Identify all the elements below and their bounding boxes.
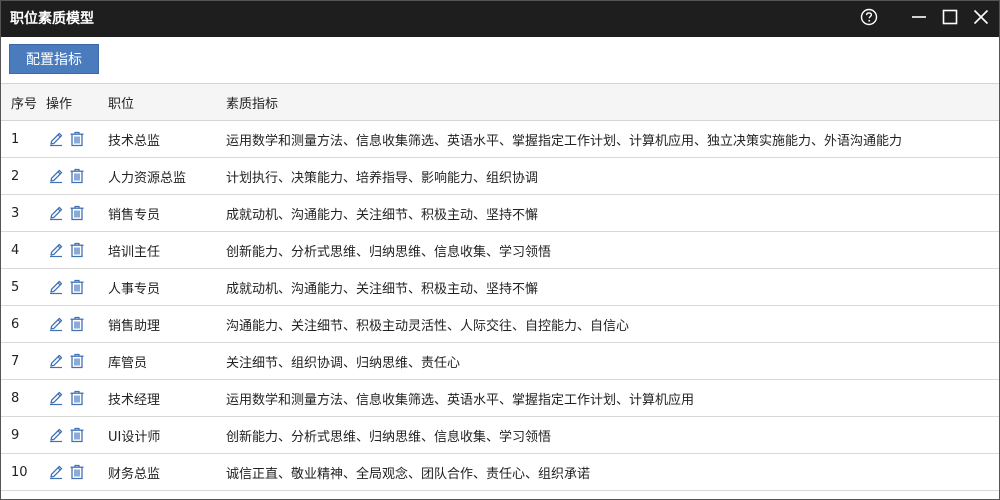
table-row: 9 UI设计师 创新能力、分析式思维、归纳思维、信息收集、学习领悟 [1,417,999,454]
row-actions [46,232,85,268]
close-icon [973,9,989,29]
row-index: 5 [11,279,20,295]
pencil-icon[interactable] [48,279,64,295]
close-button[interactable] [967,5,995,33]
row-index: 9 [11,427,20,443]
table-row: 8 技术经理 运用数学和测量方法、信息收集筛选、英语水平、掌握指定工作计划、计算… [1,380,999,417]
row-position: 培训主任 [108,244,161,260]
maximize-icon [942,9,958,29]
table-row: 3 销售专员 成就动机、沟通能力、关注细节、积极主动、坚持不懈 [1,195,999,232]
pencil-icon[interactable] [48,131,64,147]
row-actions [46,195,85,231]
trash-icon[interactable] [69,279,85,295]
row-position: 销售专员 [108,207,161,223]
table-body: 1 技术总监 运用数学和测量方法、信息收集筛选、英语水平、掌握指定工作计划、计算… [1,121,999,491]
row-index: 3 [11,205,20,221]
trash-icon[interactable] [69,316,85,332]
trash-icon[interactable] [69,427,85,443]
row-actions [46,454,85,490]
table-row: 2 人力资源总监 计划执行、决策能力、培养指导、影响能力、组织协调 [1,158,999,195]
row-actions [46,121,85,157]
toolbar: 配置指标 [1,37,999,83]
row-position: 库管员 [108,355,148,371]
row-actions [46,158,85,194]
row-index: 7 [11,353,20,369]
row-actions [46,269,85,305]
pencil-icon[interactable] [48,205,64,221]
trash-icon[interactable] [69,205,85,221]
table-row: 5 人事专员 成就动机、沟通能力、关注细节、积极主动、坚持不懈 [1,269,999,306]
trash-icon[interactable] [69,168,85,184]
row-qualities: 成就动机、沟通能力、关注细节、积极主动、坚持不懈 [226,281,539,297]
table-row: 1 技术总监 运用数学和测量方法、信息收集筛选、英语水平、掌握指定工作计划、计算… [1,121,999,158]
row-actions [46,343,85,379]
minimize-button[interactable] [905,5,933,33]
minimize-icon [911,9,927,29]
row-position: 销售助理 [108,318,161,334]
table-row: 10 财务总监 诚信正直、敬业精神、全局观念、团队合作、责任心、组织承诺 [1,454,999,491]
pencil-icon[interactable] [48,390,64,406]
header-index: 序号 [11,96,38,112]
table-header-row: 序号 操作 职位 素质指标 [1,83,999,121]
main-window: 职位素质模型 配置指标 序号 操作 职位 素质指标 1 技术总监 运用数学和测量… [0,0,1000,500]
pencil-icon[interactable] [48,316,64,332]
row-index: 1 [11,131,20,147]
trash-icon[interactable] [69,464,85,480]
row-actions [46,380,85,416]
header-qualities: 素质指标 [226,96,279,112]
pencil-icon[interactable] [48,464,64,480]
question-circle-icon [860,8,878,30]
row-position: 财务总监 [108,466,161,482]
row-index: 6 [11,316,20,332]
pencil-icon[interactable] [48,353,64,369]
row-qualities: 创新能力、分析式思维、归纳思维、信息收集、学习领悟 [226,244,552,260]
trash-icon[interactable] [69,353,85,369]
row-actions [46,306,85,342]
row-actions [46,417,85,453]
row-qualities: 诚信正直、敬业精神、全局观念、团队合作、责任心、组织承诺 [226,466,591,482]
row-index: 2 [11,168,20,184]
trash-icon[interactable] [69,242,85,258]
row-qualities: 运用数学和测量方法、信息收集筛选、英语水平、掌握指定工作计划、计算机应用 [226,392,695,408]
row-position: 人力资源总监 [108,170,187,186]
row-qualities: 成就动机、沟通能力、关注细节、积极主动、坚持不懈 [226,207,539,223]
row-qualities: 沟通能力、关注细节、积极主动灵活性、人际交往、自控能力、自信心 [226,318,630,334]
table-row: 4 培训主任 创新能力、分析式思维、归纳思维、信息收集、学习领悟 [1,232,999,269]
row-index: 8 [11,390,20,406]
row-position: UI设计师 [108,429,161,445]
quality-model-table: 序号 操作 职位 素质指标 1 技术总监 运用数学和测量方法、信息收集筛选、英语… [1,83,999,491]
row-qualities: 计划执行、决策能力、培养指导、影响能力、组织协调 [226,170,539,186]
header-ops: 操作 [46,96,73,112]
row-position: 技术总监 [108,133,161,149]
title-bar: 职位素质模型 [1,1,999,37]
config-indicators-button[interactable]: 配置指标 [9,44,99,74]
pencil-icon[interactable] [48,242,64,258]
row-index: 10 [11,464,28,480]
row-position: 技术经理 [108,392,161,408]
header-position: 职位 [108,96,135,112]
table-row: 6 销售助理 沟通能力、关注细节、积极主动灵活性、人际交往、自控能力、自信心 [1,306,999,343]
row-qualities: 运用数学和测量方法、信息收集筛选、英语水平、掌握指定工作计划、计算机应用、独立决… [226,133,903,149]
trash-icon[interactable] [69,390,85,406]
row-qualities: 创新能力、分析式思维、归纳思维、信息收集、学习领悟 [226,429,552,445]
pencil-icon[interactable] [48,427,64,443]
row-qualities: 关注细节、组织协调、归纳思维、责任心 [226,355,461,371]
window-title: 职位素质模型 [10,11,94,27]
row-index: 4 [11,242,20,258]
maximize-button[interactable] [936,5,964,33]
row-position: 人事专员 [108,281,161,297]
help-button[interactable] [855,5,883,33]
table-row: 7 库管员 关注细节、组织协调、归纳思维、责任心 [1,343,999,380]
pencil-icon[interactable] [48,168,64,184]
trash-icon[interactable] [69,131,85,147]
